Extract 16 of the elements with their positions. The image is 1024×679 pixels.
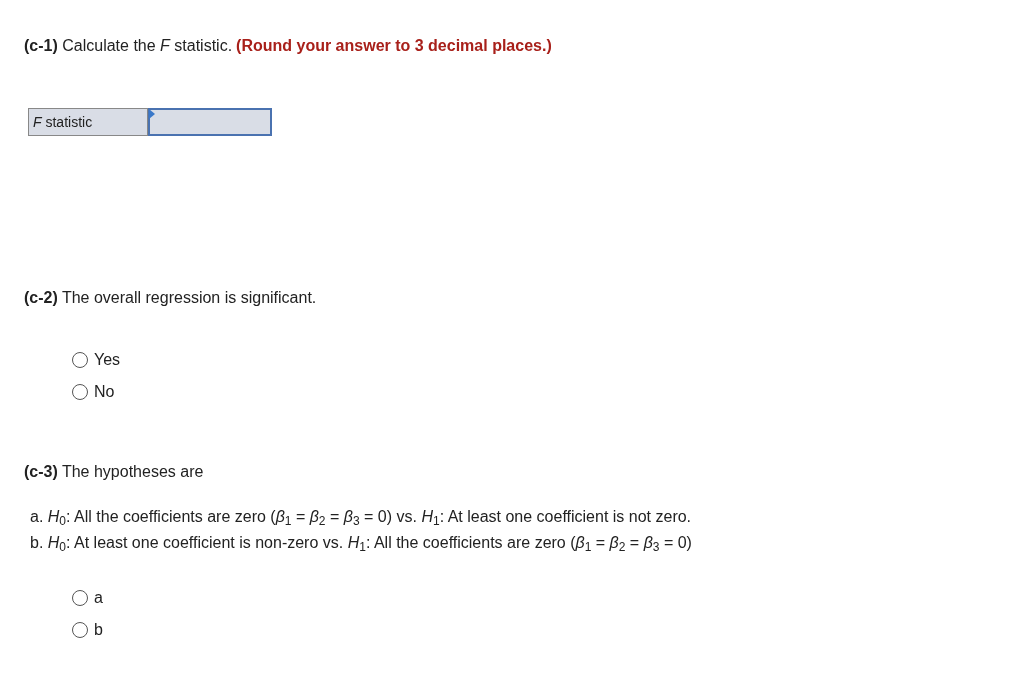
field-label: F statistic (28, 108, 148, 136)
radio-button[interactable] (72, 622, 88, 638)
question-text: (c-1) Calculate the F statistic. (24, 36, 233, 56)
radio-button[interactable] (72, 590, 88, 606)
hypothesis-statement: b. H$_{0}$: At least one coefficient is non-zero vs. H$_{1}$: All the coefficients are zero (β$_{1}$ = β$_{2}$ = β$_{3}$ = 0) (30, 534, 692, 551)
radio-button[interactable] (72, 384, 88, 400)
answer-field[interactable] (148, 108, 272, 136)
question-text: (c-3) The hypotheses are (24, 462, 204, 482)
question-text: (c-2) The overall regression is significant. (24, 288, 317, 308)
radio-button[interactable] (72, 352, 88, 368)
option-label: b (94, 620, 103, 640)
option-label: No (94, 382, 115, 402)
hypothesis-statement: a. H$_{0}$: All the coefficients are zero (β$_{1}$ = β$_{2}$ = β$_{3}$ = 0) vs. H$_{1}$: At least one coefficient is not zero. (30, 508, 692, 525)
option-label: a (94, 588, 103, 608)
instruction-note: (Round your answer to 3 decimal places.) (236, 36, 552, 56)
option-label: Yes (94, 350, 121, 370)
